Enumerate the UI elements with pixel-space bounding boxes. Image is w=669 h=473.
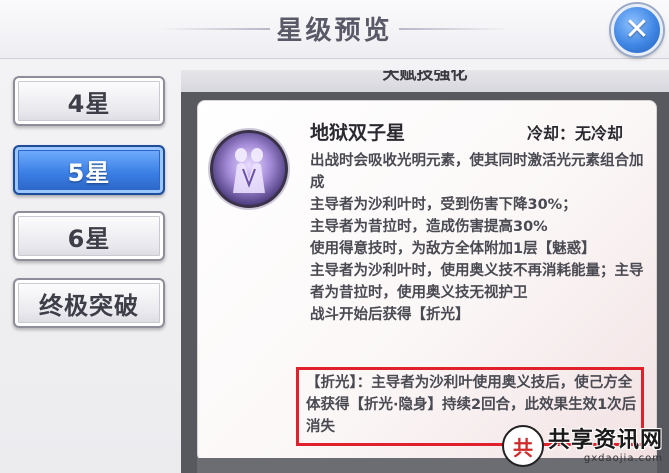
description-line: 主导者为沙利叶时，使用奥义技不再消耗能量；主导者为昔拉时，使用奥义技无视护卫 xyxy=(310,263,644,301)
title-ornament-right xyxy=(399,28,509,30)
watermark: 共 共享资讯网 gxdaojia.com xyxy=(501,425,663,467)
watermark-text: 共享资讯网 xyxy=(547,427,663,453)
window-title: 星级预览 xyxy=(276,16,393,46)
tab-label: 6星 xyxy=(67,224,111,253)
description-line: 战斗开始后获得【折光】 xyxy=(310,307,470,323)
tab-4-star[interactable]: 4星 xyxy=(13,76,165,126)
tab-label: 终极突破 xyxy=(39,291,139,320)
tab-ultimate-breakthrough[interactable]: 终极突破 xyxy=(13,278,165,328)
tab-6-star[interactable]: 6星 xyxy=(13,211,165,261)
close-button[interactable]: ✕ xyxy=(611,4,663,56)
title-bar: 星级预览 ✕ xyxy=(0,0,669,59)
description-line: 出战时会吸收光明元素，使其同时激活光元素组合加成 xyxy=(310,153,644,191)
section-header: 天赋技强化 xyxy=(181,70,669,92)
skill-portrait xyxy=(210,130,288,208)
skill-cooldown: 冷却：无冷却 xyxy=(526,124,623,143)
close-icon: ✕ xyxy=(624,12,650,47)
tab-5-star[interactable]: 5星 xyxy=(13,145,165,195)
description-line: 主导者为昔拉时，造成伤害提高30% xyxy=(310,219,548,235)
tab-label: 4星 xyxy=(67,89,111,118)
watermark-subtext: gxdaojia.com xyxy=(583,452,663,464)
tab-label: 5星 xyxy=(67,158,111,187)
description-line: 主导者为沙利叶时，受到伤害下降30%； xyxy=(310,197,577,213)
watermark-logo: 共 xyxy=(501,425,544,467)
twin-figures-icon xyxy=(233,148,265,193)
skill-name: 地狱双子星 xyxy=(310,122,406,144)
description-line: 使用得意技时，为敌方全体附加1层【魅惑】 xyxy=(310,241,596,257)
skill-description: 出战时会吸收光明元素，使其同时激活光元素组合加成 主导者为沙利叶时，受到伤害下降… xyxy=(310,150,645,326)
